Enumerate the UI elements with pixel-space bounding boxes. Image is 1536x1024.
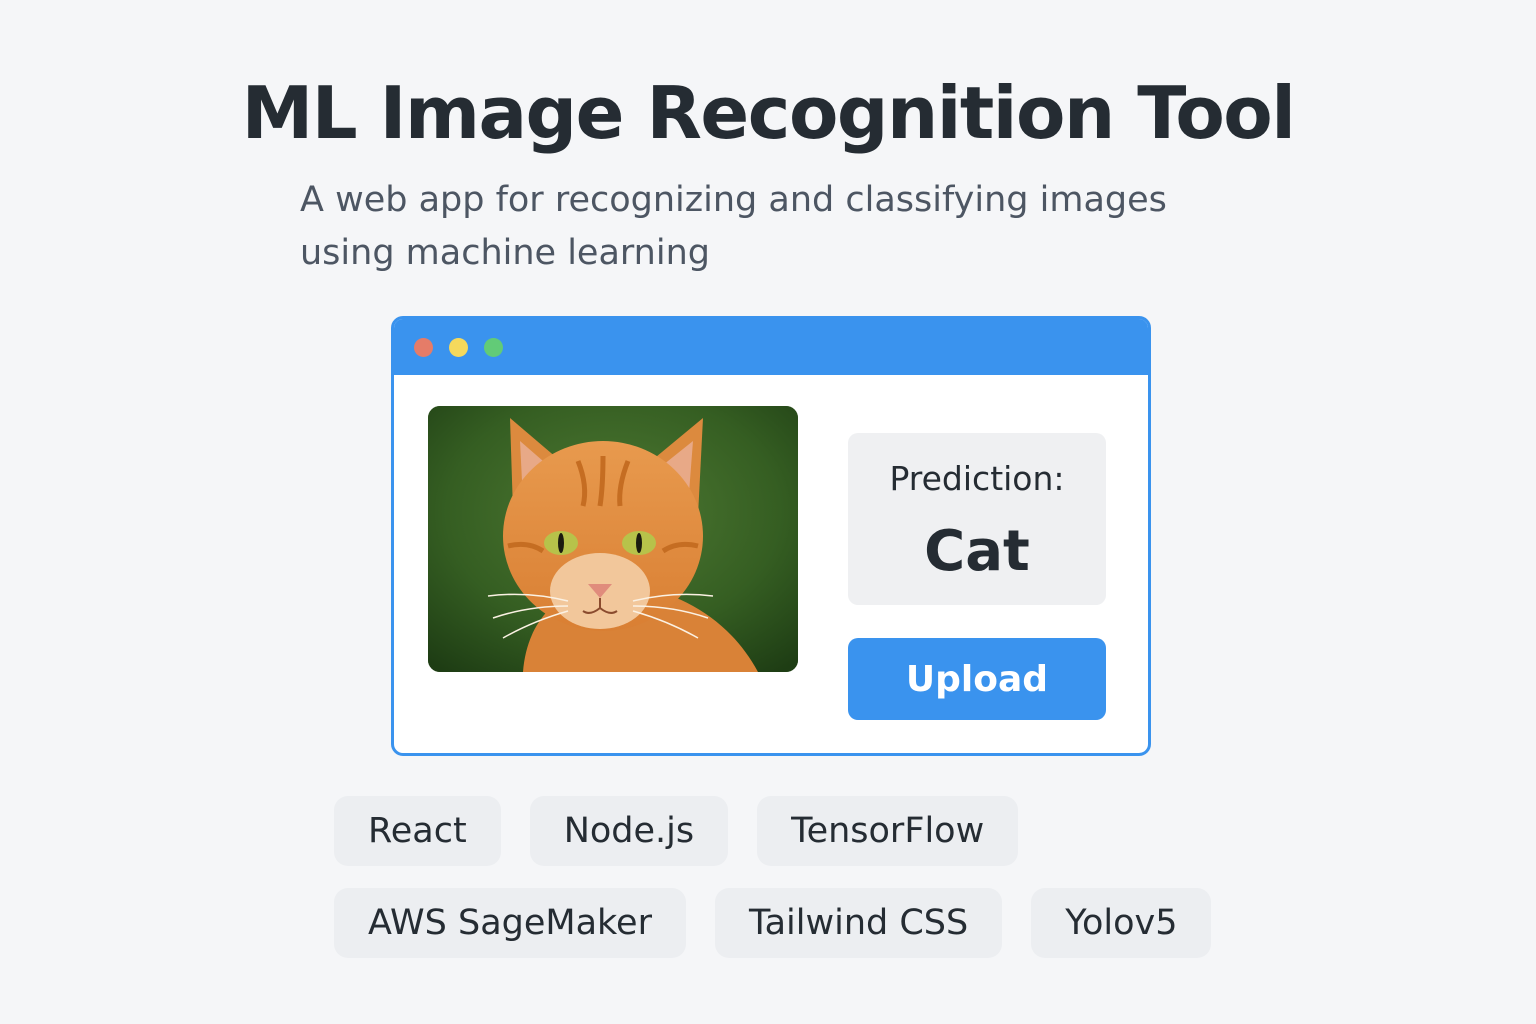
page-title: ML Image Recognition Tool (241, 71, 1296, 155)
close-dot[interactable] (414, 338, 433, 357)
tag-tailwind-css: Tailwind CSS (714, 888, 1003, 958)
minimize-dot[interactable] (449, 338, 468, 357)
prediction-value: Cat (924, 519, 1030, 584)
tech-tags-row-2: AWS SageMaker Tailwind CSS Yolov5 (334, 888, 1212, 958)
tag-react: React (334, 796, 501, 866)
app-window: Prediction: Cat Upload (391, 316, 1151, 756)
cat-image (428, 406, 798, 672)
tag-aws-sagemaker: AWS SageMaker (334, 888, 686, 958)
tag-yolov5: Yolov5 (1031, 888, 1212, 958)
window-titlebar (394, 319, 1148, 375)
tag-tensorflow: TensorFlow (757, 796, 1019, 866)
prediction-card: Prediction: Cat (848, 433, 1106, 605)
prediction-label: Prediction: (889, 459, 1065, 498)
upload-button[interactable]: Upload (848, 638, 1106, 720)
page-subtitle: A web app for recognizing and classifyin… (300, 180, 1167, 273)
tech-tags-row-1: React Node.js TensorFlow (334, 796, 1019, 866)
tag-nodejs: Node.js (529, 796, 729, 866)
maximize-dot[interactable] (484, 338, 503, 357)
